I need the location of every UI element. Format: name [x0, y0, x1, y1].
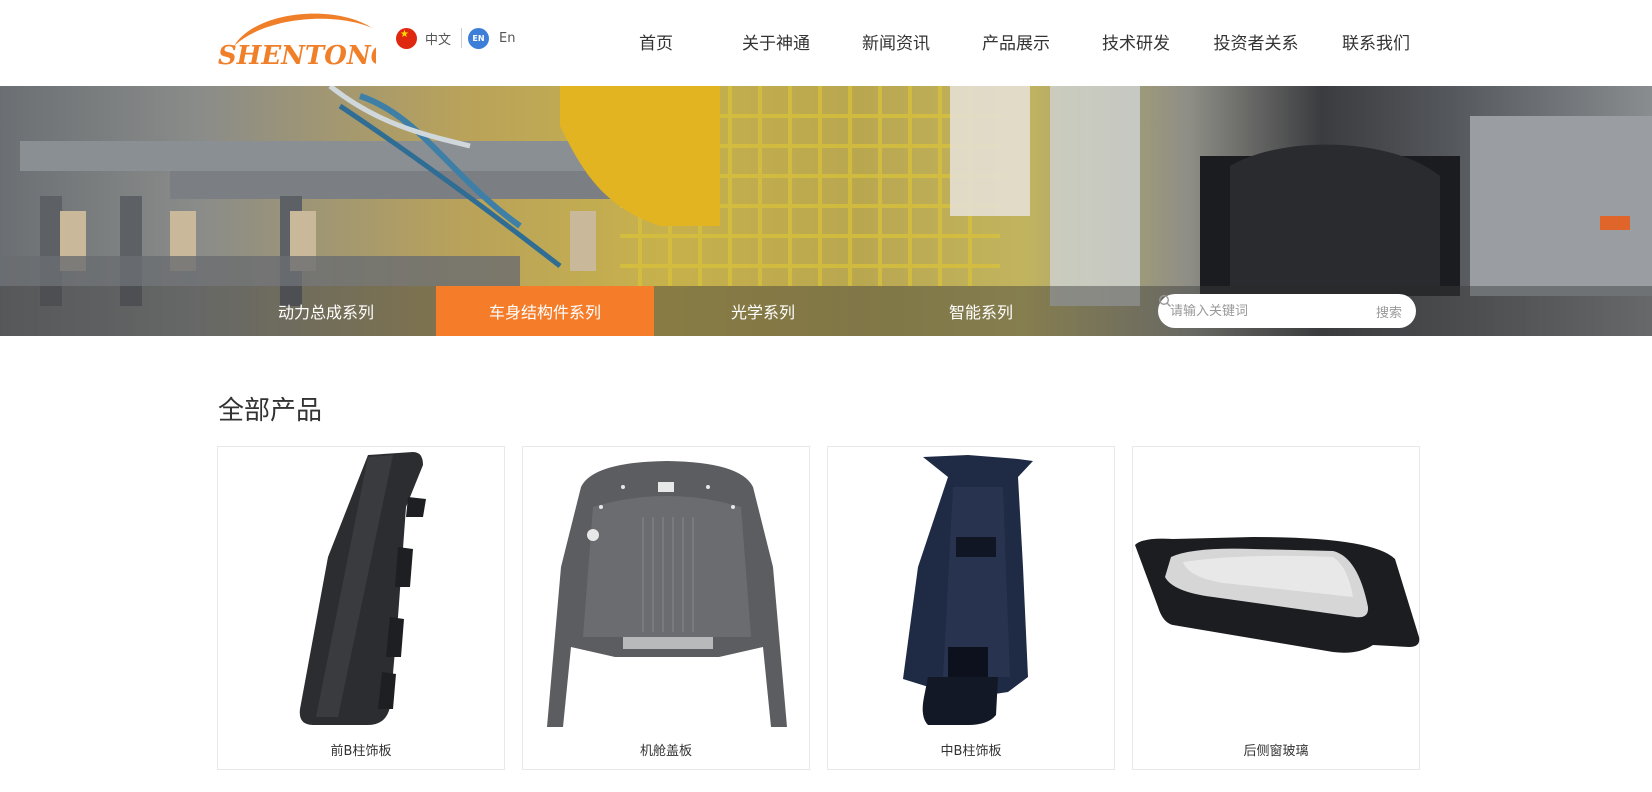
- search-input[interactable]: [1170, 303, 1376, 319]
- product-image: [547, 461, 787, 727]
- product-name: 后侧窗玻璃: [1243, 744, 1309, 759]
- nav-home[interactable]: 首页: [596, 0, 716, 82]
- tab-body-structure[interactable]: 车身结构件系列: [436, 286, 654, 336]
- nav-news[interactable]: 新闻资讯: [836, 0, 956, 82]
- product-card[interactable]: 机舱盖板: [522, 446, 810, 770]
- nav-contact[interactable]: 联系我们: [1316, 0, 1436, 82]
- product-name: 机舱盖板: [639, 744, 692, 759]
- search-box: 搜索: [1158, 294, 1416, 328]
- main-nav: 首页 关于神通 新闻资讯 产品展示 技术研发 投资者关系 联系我们: [596, 0, 1436, 82]
- nav-products[interactable]: 产品展示: [956, 0, 1076, 82]
- page-title: 全部产品: [218, 396, 323, 426]
- nav-research[interactable]: 技术研发: [1076, 0, 1196, 82]
- en-badge-icon[interactable]: EN: [468, 27, 490, 49]
- language-switcher: 中文 EN En: [396, 26, 515, 50]
- product-image: [1135, 537, 1420, 653]
- search-icon: [1158, 294, 1171, 307]
- search-button[interactable]: 搜索: [1158, 294, 1402, 321]
- hero-banner: 动力总成系列 车身结构件系列 光学系列 智能系列 搜索: [0, 86, 1652, 336]
- site-header: SHENTONG 中文 EN En 首页 关于神通 新闻资讯 产品展示 技术研发…: [0, 0, 1652, 86]
- tab-smart[interactable]: 智能系列: [872, 286, 1090, 336]
- product-name: 中B柱饰板: [940, 744, 1002, 759]
- product-grid: 前B柱饰板 机舱盖板 中B柱饰板 后侧窗玻璃: [217, 446, 1420, 770]
- lang-cn-link[interactable]: 中文: [425, 29, 451, 48]
- product-card[interactable]: 中B柱饰板: [827, 446, 1115, 770]
- china-flag-icon[interactable]: [396, 27, 417, 49]
- product-image: [903, 455, 1033, 725]
- tab-powertrain[interactable]: 动力总成系列: [217, 286, 435, 336]
- product-card[interactable]: 前B柱饰板: [217, 446, 505, 770]
- nav-about[interactable]: 关于神通: [716, 0, 836, 82]
- product-card[interactable]: 后侧窗玻璃: [1132, 446, 1420, 770]
- category-tabs: 动力总成系列 车身结构件系列 光学系列 智能系列 搜索: [0, 286, 1652, 336]
- tab-optics[interactable]: 光学系列: [654, 286, 872, 336]
- product-image: [299, 452, 426, 725]
- lang-en-link[interactable]: En: [499, 31, 515, 46]
- nav-investors[interactable]: 投资者关系: [1196, 0, 1316, 82]
- lang-divider: [461, 28, 463, 48]
- product-name: 前B柱饰板: [330, 744, 392, 759]
- shentong-logo[interactable]: SHENTONG: [216, 6, 376, 74]
- svg-text:SHENTONG: SHENTONG: [218, 41, 376, 71]
- search-button-label: 搜索: [1375, 305, 1402, 321]
